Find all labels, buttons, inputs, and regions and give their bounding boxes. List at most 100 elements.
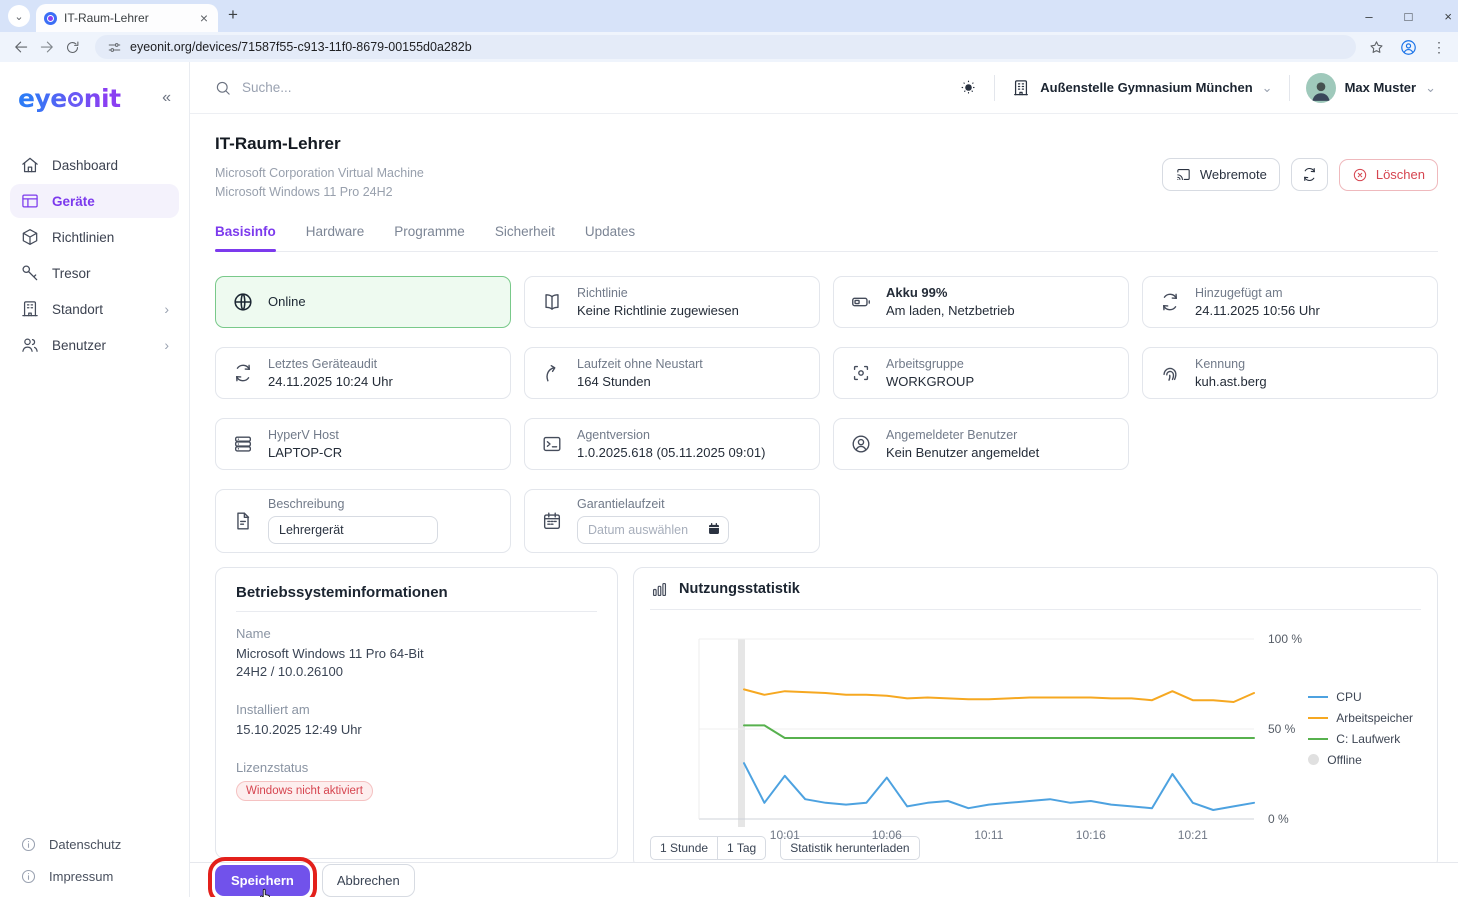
- calendar-icon: [541, 510, 563, 532]
- info-card-kennung: Kennungkuh.ast.berg: [1142, 347, 1438, 399]
- usage-chart-panel: Nutzungsstatistik 100 %50 %0 %10:0110:06…: [633, 567, 1438, 869]
- usage-chart-svg: 100 %50 %0 %10:0110:0610:1110:1610:21: [654, 614, 1344, 846]
- bookmark-star-icon[interactable]: [1368, 39, 1385, 56]
- legend-item[interactable]: C: Laufwerk: [1308, 732, 1413, 746]
- org-name: Außenstelle Gymnasium München: [1040, 80, 1252, 95]
- home-icon: [20, 155, 40, 175]
- sidebar-item-geraete[interactable]: Geräte: [10, 184, 179, 218]
- browser-tab[interactable]: IT-Raum-Lehrer ×: [36, 4, 218, 32]
- sidebar-item-benutzer[interactable]: Benutzer ›: [10, 328, 179, 362]
- info-card-hinzugefuegt: Hinzugefügt am24.11.2025 10:56 Uhr: [1142, 276, 1438, 328]
- sidebar-item-richtlinien[interactable]: Richtlinien: [10, 220, 179, 254]
- info-card-beschreibung: Beschreibung: [215, 489, 511, 553]
- legend-label: CPU: [1336, 690, 1361, 704]
- chevron-down-icon: ⌄: [1425, 80, 1436, 96]
- user-circle-icon: [850, 433, 872, 455]
- browser-profile-icon[interactable]: [1399, 38, 1418, 57]
- sidebar-item-label: Geräte: [52, 194, 95, 209]
- reload-button[interactable]: [62, 37, 83, 58]
- sidebar-item-tresor[interactable]: Tresor: [10, 256, 179, 290]
- sidebar-collapse-icon[interactable]: «: [162, 89, 171, 107]
- panel-title: Nutzungsstatistik: [679, 581, 800, 597]
- tab-close-icon[interactable]: ×: [198, 10, 210, 26]
- theme-sun-icon[interactable]: [959, 78, 978, 97]
- sync-icon: [232, 362, 254, 384]
- users-icon: [20, 335, 40, 355]
- search-box[interactable]: [214, 79, 949, 97]
- status-card-online: Online: [215, 276, 511, 328]
- os-info-panel: Betriebssysteminformationen Name Microso…: [215, 567, 618, 859]
- sidebar-item-datenschutz[interactable]: Datenschutz: [20, 836, 121, 853]
- cancel-button[interactable]: Abbrechen: [322, 864, 415, 897]
- sidebar-item-dashboard[interactable]: Dashboard: [10, 148, 179, 182]
- device-subtitle: Microsoft Corporation Virtual Machine Mi…: [215, 164, 424, 202]
- sidebar-item-standort[interactable]: Standort ›: [10, 292, 179, 326]
- calendar-picker-icon[interactable]: [707, 522, 721, 536]
- info-icon: [20, 836, 37, 853]
- x-circle-icon: [1352, 167, 1368, 183]
- sync-device-button[interactable]: [1291, 158, 1328, 191]
- user-name: Max Muster: [1345, 80, 1417, 95]
- os-name-value: Microsoft Windows 11 Pro 64-Bit24H2 / 10…: [236, 645, 597, 683]
- site-favicon-icon: [44, 12, 57, 25]
- legend-item[interactable]: Offline: [1308, 753, 1413, 767]
- sync-icon: [1159, 291, 1181, 313]
- fingerprint-icon: [1159, 362, 1181, 384]
- sidebar-item-label: Dashboard: [52, 158, 118, 173]
- window-close-button[interactable]: ×: [1440, 9, 1456, 24]
- site-info-icon[interactable]: [107, 40, 122, 55]
- chart-legend: CPU Arbeitspeicher C: Laufwerk Offline: [1308, 690, 1413, 767]
- info-card-agent: Agentversion1.0.2025.618 (05.11.2025 09:…: [524, 418, 820, 470]
- webremote-button[interactable]: Webremote: [1162, 158, 1280, 191]
- building-icon: [1011, 78, 1031, 98]
- info-card-richtlinie: RichtlinieKeine Richtlinie zugewiesen: [524, 276, 820, 328]
- tab-updates[interactable]: Updates: [585, 224, 635, 251]
- chevron-right-icon: ›: [164, 301, 169, 317]
- tab-sicherheit[interactable]: Sicherheit: [495, 224, 555, 251]
- sidebar-item-impressum[interactable]: Impressum: [20, 868, 121, 885]
- sidebar-item-label: Standort: [52, 302, 103, 317]
- url-text: eyeonit.org/devices/71587f55-c913-11f0-8…: [130, 40, 472, 54]
- legend-item[interactable]: Arbeitspeicher: [1308, 711, 1413, 725]
- info-cards: Online RichtlinieKeine Richtlinie zugewi…: [215, 276, 1438, 553]
- search-input[interactable]: [242, 80, 542, 95]
- cube-icon: [20, 227, 40, 247]
- window-minimize-button[interactable]: –: [1361, 9, 1376, 24]
- legend-item[interactable]: CPU: [1308, 690, 1413, 704]
- browser-tab-strip: ⌄ IT-Raum-Lehrer × + – □ ×: [0, 0, 1458, 32]
- browser-menu-icon[interactable]: ⋮: [1432, 39, 1446, 56]
- tab-title: IT-Raum-Lehrer: [64, 11, 191, 25]
- legend-swatch: [1308, 696, 1328, 698]
- description-input[interactable]: [268, 516, 438, 544]
- document-icon: [232, 510, 254, 532]
- browser-window: ⌄ IT-Raum-Lehrer × + – □ × eyeonit.org/d…: [0, 0, 1458, 897]
- device-detail-page: IT-Raum-Lehrer Microsoft Corporation Vir…: [190, 114, 1458, 897]
- book-icon: [541, 291, 563, 313]
- back-arrow-icon: [12, 38, 30, 56]
- group-focus-icon: [850, 362, 872, 384]
- license-status-badge: Windows nicht aktiviert: [236, 781, 373, 801]
- tab-search-button[interactable]: ⌄: [8, 5, 30, 27]
- info-card-benutzer: Angemeldeter BenutzerKein Benutzer angem…: [833, 418, 1129, 470]
- forward-button[interactable]: [36, 36, 58, 58]
- info-card-akku: Akku 99%Am laden, Netzbetrieb: [833, 276, 1129, 328]
- svg-text:100 %: 100 %: [1268, 632, 1302, 646]
- info-card-laufzeit: Laufzeit ohne Neustart164 Stunden: [524, 347, 820, 399]
- online-status-label: Online: [268, 294, 306, 309]
- back-button[interactable]: [10, 36, 32, 58]
- chevron-down-icon: ⌄: [1262, 80, 1273, 96]
- new-tab-button[interactable]: +: [228, 5, 238, 25]
- save-button[interactable]: Speichern: [215, 865, 310, 896]
- svg-text:10:06: 10:06: [872, 828, 902, 842]
- tab-hardware[interactable]: Hardware: [306, 224, 365, 251]
- svg-text:0 %: 0 %: [1268, 812, 1289, 826]
- divider: [994, 75, 995, 101]
- user-menu[interactable]: Max Muster ⌄: [1306, 73, 1436, 103]
- tab-programme[interactable]: Programme: [394, 224, 465, 251]
- url-bar[interactable]: eyeonit.org/devices/71587f55-c913-11f0-8…: [95, 35, 1356, 59]
- org-selector[interactable]: Außenstelle Gymnasium München ⌄: [1011, 78, 1272, 98]
- sidebar-item-label: Datenschutz: [49, 837, 121, 852]
- delete-button[interactable]: Löschen: [1339, 159, 1438, 191]
- tab-basisinfo[interactable]: Basisinfo: [215, 224, 276, 251]
- window-maximize-button[interactable]: □: [1401, 9, 1417, 24]
